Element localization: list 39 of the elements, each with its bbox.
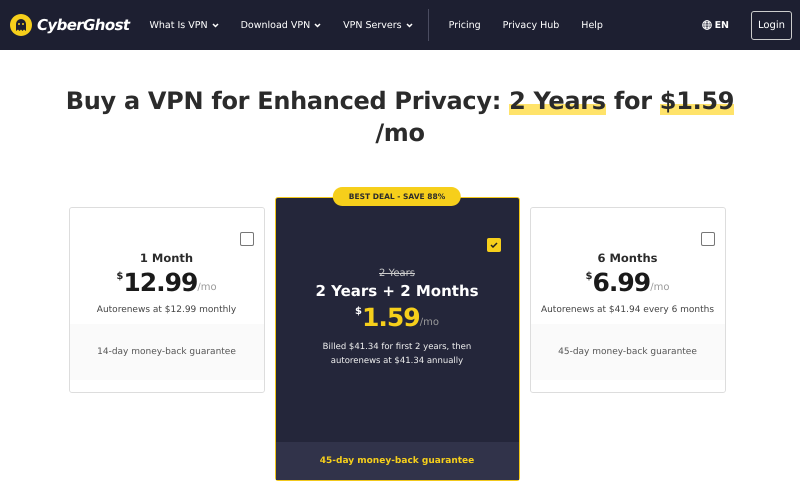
login-button[interactable]: Login bbox=[751, 10, 792, 40]
billing-note: Autorenews at $41.94 every 6 months bbox=[540, 304, 716, 317]
price-unit: /mo bbox=[420, 317, 439, 328]
currency-symbol: $ bbox=[586, 271, 593, 282]
plan-checkbox[interactable] bbox=[486, 238, 500, 252]
nav-menu-item[interactable]: VPN Servers bbox=[343, 20, 413, 30]
plan-checkbox[interactable] bbox=[240, 232, 254, 246]
nav-menu-item[interactable]: Download VPN bbox=[240, 20, 322, 30]
nav-menu-item[interactable]: What Is VPN bbox=[150, 20, 219, 30]
chevron-down-icon bbox=[314, 22, 322, 28]
brand-name[interactable]: CyberGhost bbox=[37, 16, 130, 34]
guarantee-banner: 45-day money-back guarantee bbox=[276, 442, 518, 480]
plan-price: 12.99 bbox=[123, 268, 198, 297]
guarantee-banner: 45-day money-back guarantee bbox=[530, 324, 724, 380]
currency-symbol: $ bbox=[116, 271, 124, 282]
billing-note: Autorenews at $12.99 monthly bbox=[96, 304, 238, 317]
billing-note: Billed $41.34 for first 2 years, then autorenews at $41.34 annually bbox=[322, 341, 472, 368]
chevron-down-icon bbox=[406, 22, 413, 28]
chevron-down-icon bbox=[212, 22, 219, 28]
plan-price: 1.59 bbox=[362, 303, 420, 332]
price-unit: /mo bbox=[650, 282, 670, 293]
plan-card[interactable]: 6 Months $6.99/mo Autorenews at $41.94 every 6 months 45-day money-back guarantee bbox=[530, 207, 726, 393]
globe-icon bbox=[702, 20, 712, 30]
currency-symbol: $ bbox=[355, 306, 362, 317]
plan-name: 1 Month bbox=[140, 251, 194, 265]
plan-price: 6.99 bbox=[592, 268, 650, 297]
plan-name: 2 Years + 2 Months bbox=[315, 282, 479, 300]
guarantee-banner: 14-day money-back guarantee bbox=[70, 324, 264, 380]
price-unit: /mo bbox=[197, 282, 217, 293]
checkmark-icon bbox=[490, 242, 498, 248]
nav-link[interactable]: Privacy Hub bbox=[502, 20, 560, 30]
original-plan-name: 2 Years bbox=[379, 268, 415, 279]
ghost-logo-icon[interactable] bbox=[10, 14, 32, 36]
plan-checkbox[interactable] bbox=[700, 232, 714, 246]
plan-name: 6 Months bbox=[597, 251, 658, 265]
language-selector[interactable]: EN bbox=[702, 20, 730, 30]
nav-link[interactable]: Help bbox=[581, 20, 603, 30]
plan-card[interactable]: 1 Month $12.99/mo Autorenews at $12.99 monthly 14-day money-back guarantee bbox=[68, 207, 264, 393]
nav-link[interactable]: Pricing bbox=[448, 20, 481, 30]
